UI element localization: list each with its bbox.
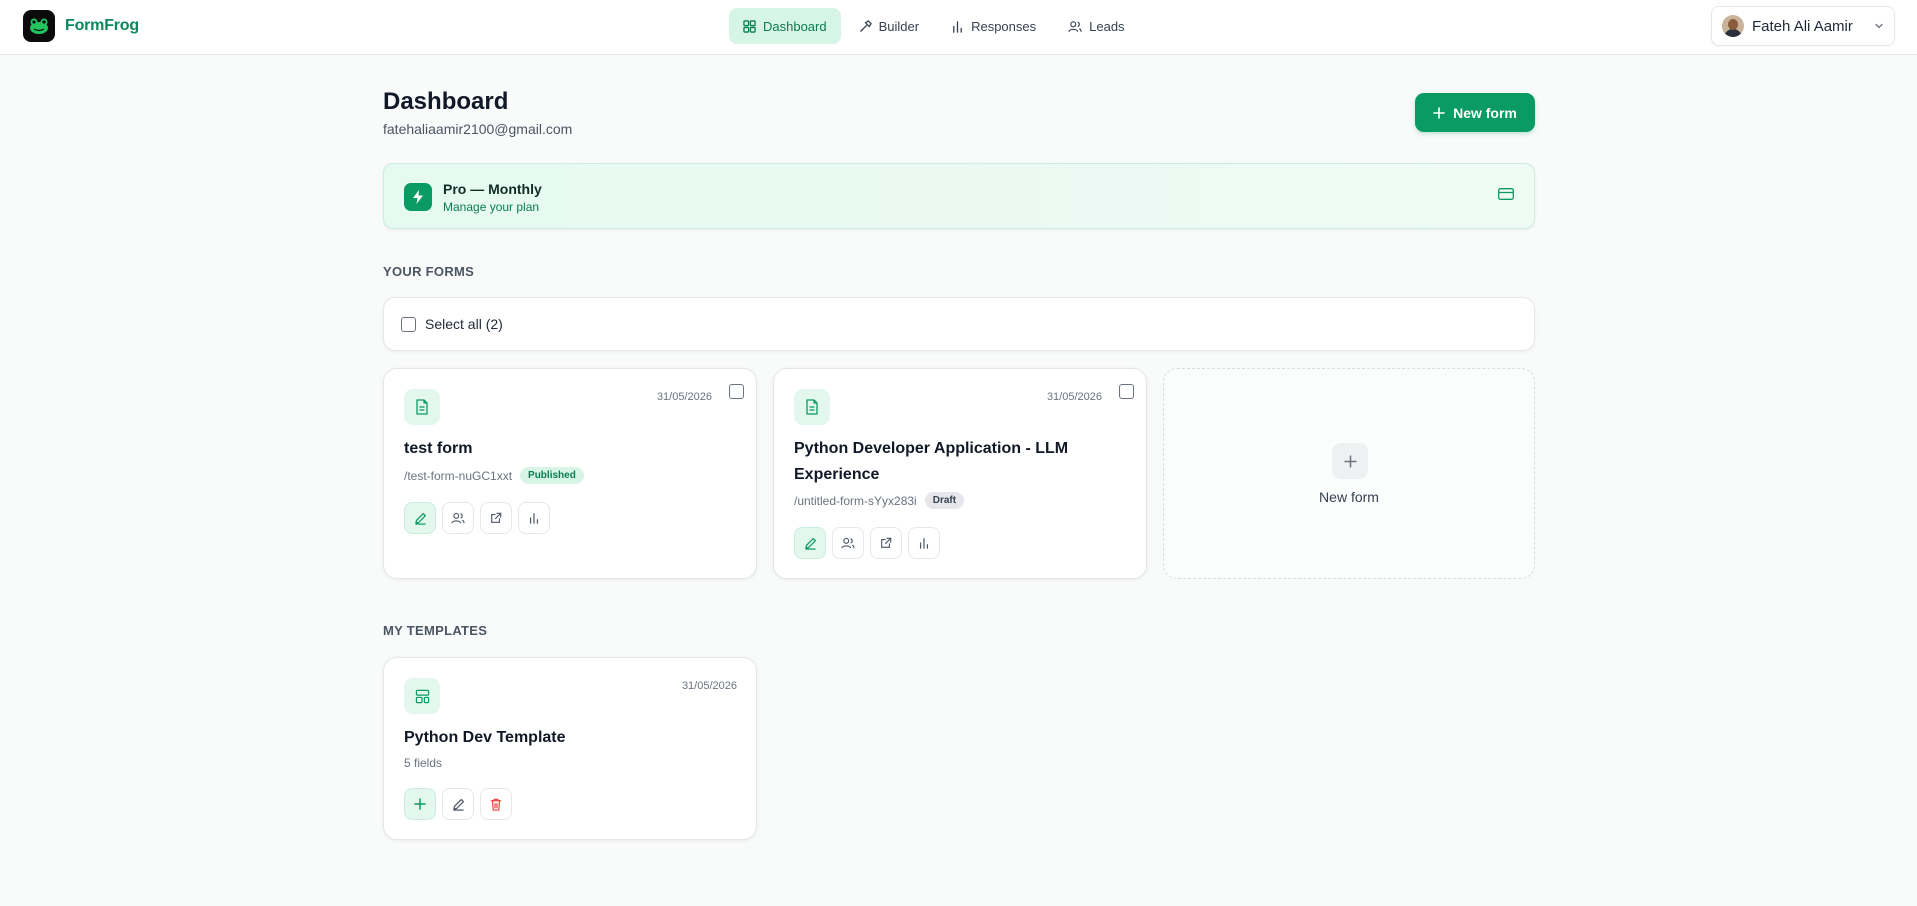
bar-chart-icon: [529, 513, 539, 524]
form-actions: [794, 527, 940, 559]
status-badge: Draft: [924, 492, 965, 509]
form-title[interactable]: test form: [404, 436, 724, 462]
use-template-button[interactable]: [404, 788, 436, 820]
form-slug: /untitled-form-sYyx283i: [794, 493, 917, 508]
new-form-card[interactable]: New form: [1163, 368, 1535, 579]
external-link-icon: [881, 537, 892, 548]
form-date: 31/05/2026: [656, 391, 712, 403]
leads-button[interactable]: [442, 502, 474, 534]
status-badge: Published: [520, 467, 584, 484]
top-navbar: FormFrog Dashboard Builder Responses Lea…: [0, 0, 1917, 55]
template-actions: [404, 788, 512, 820]
pencil-icon: [414, 512, 426, 525]
credit-card-icon[interactable]: [1498, 188, 1514, 200]
plus-icon: [414, 798, 426, 810]
open-external-button[interactable]: [870, 527, 902, 559]
document-icon: [404, 389, 440, 425]
grid-icon: [743, 19, 756, 33]
your-forms-heading: YOUR FORMS: [383, 264, 475, 279]
nav-leads[interactable]: Leads: [1054, 8, 1138, 44]
plan-subtitle[interactable]: Manage your plan: [443, 200, 539, 214]
responses-button[interactable]: [518, 502, 550, 534]
form-slug: /test-form-nuGC1xxt: [404, 468, 513, 483]
form-date: 31/05/2026: [1046, 391, 1102, 403]
my-templates-heading: MY TEMPLATES: [383, 623, 488, 638]
plus-icon: [1433, 106, 1445, 119]
nav-dashboard[interactable]: Dashboard: [729, 8, 841, 44]
edit-template-button[interactable]: [442, 788, 474, 820]
user-email: fatehaliaamir2100@gmail.com: [383, 121, 573, 137]
select-all-checkbox[interactable]: [401, 316, 416, 332]
external-link-icon: [491, 512, 502, 523]
form-select-checkbox[interactable]: [729, 384, 744, 399]
chevron-down-icon: [1875, 23, 1883, 29]
select-all-bar: Select all (2): [383, 297, 1535, 351]
nav-responses[interactable]: Responses: [937, 8, 1050, 44]
responses-button[interactable]: [908, 527, 940, 559]
new-form-button-label: New form: [1453, 104, 1517, 121]
hammer-icon: [859, 19, 872, 32]
template-field-count: 5 fields: [404, 756, 443, 770]
template-title[interactable]: Python Dev Template: [404, 725, 724, 751]
form-card[interactable]: 31/05/2026 Python Developer Application …: [773, 368, 1147, 579]
plus-icon: [1332, 443, 1368, 479]
nav-dashboard-label: Dashboard: [763, 18, 827, 34]
brand[interactable]: FormFrog: [23, 10, 139, 42]
trash-icon: [490, 798, 502, 811]
template-date: 31/05/2026: [681, 680, 737, 692]
template-card[interactable]: 31/05/2026 Python Dev Template 5 fields: [383, 657, 757, 840]
form-card[interactable]: 31/05/2026 test form /test-form-nuGC1xxt…: [383, 368, 757, 579]
new-form-button[interactable]: New form: [1415, 93, 1535, 132]
document-icon: [794, 389, 830, 425]
form-select-checkbox[interactable]: [1119, 384, 1134, 399]
user-menu-button[interactable]: Fateh Ali Aamir: [1711, 6, 1895, 46]
form-title[interactable]: Python Developer Application - LLM Exper…: [794, 436, 1114, 488]
leads-button[interactable]: [832, 527, 864, 559]
page-title: Dashboard: [383, 88, 509, 115]
pencil-icon: [452, 798, 464, 811]
edit-button[interactable]: [404, 502, 436, 534]
plan-card[interactable]: Pro — Monthly Manage your plan: [383, 163, 1535, 229]
select-all-label[interactable]: Select all (2): [425, 316, 503, 332]
lightning-icon: [404, 183, 432, 211]
users-icon: [1068, 20, 1082, 32]
pencil-icon: [804, 537, 816, 550]
edit-button[interactable]: [794, 527, 826, 559]
nav-builder[interactable]: Builder: [845, 8, 933, 44]
bar-chart-icon: [919, 538, 929, 549]
bar-chart-icon: [953, 20, 962, 33]
form-meta: /test-form-nuGC1xxt Published: [404, 467, 584, 484]
layout-template-icon: [404, 678, 440, 714]
avatar: [1722, 15, 1744, 37]
form-actions: [404, 502, 550, 534]
users-icon: [841, 537, 855, 549]
plan-title: Pro — Monthly: [443, 181, 542, 197]
nav-responses-label: Responses: [971, 18, 1037, 34]
new-form-card-label: New form: [1319, 489, 1379, 505]
delete-template-button[interactable]: [480, 788, 512, 820]
frog-logo-icon: [23, 10, 55, 42]
nav-builder-label: Builder: [878, 18, 920, 34]
open-external-button[interactable]: [480, 502, 512, 534]
main-nav: Dashboard Builder Responses Leads: [729, 8, 1139, 44]
user-name: Fateh Ali Aamir: [1752, 17, 1853, 35]
form-meta: /untitled-form-sYyx283i Draft: [794, 492, 965, 509]
users-icon: [451, 512, 465, 524]
brand-name: FormFrog: [65, 17, 139, 34]
nav-leads-label: Leads: [1089, 18, 1125, 34]
template-meta: 5 fields: [404, 756, 442, 770]
